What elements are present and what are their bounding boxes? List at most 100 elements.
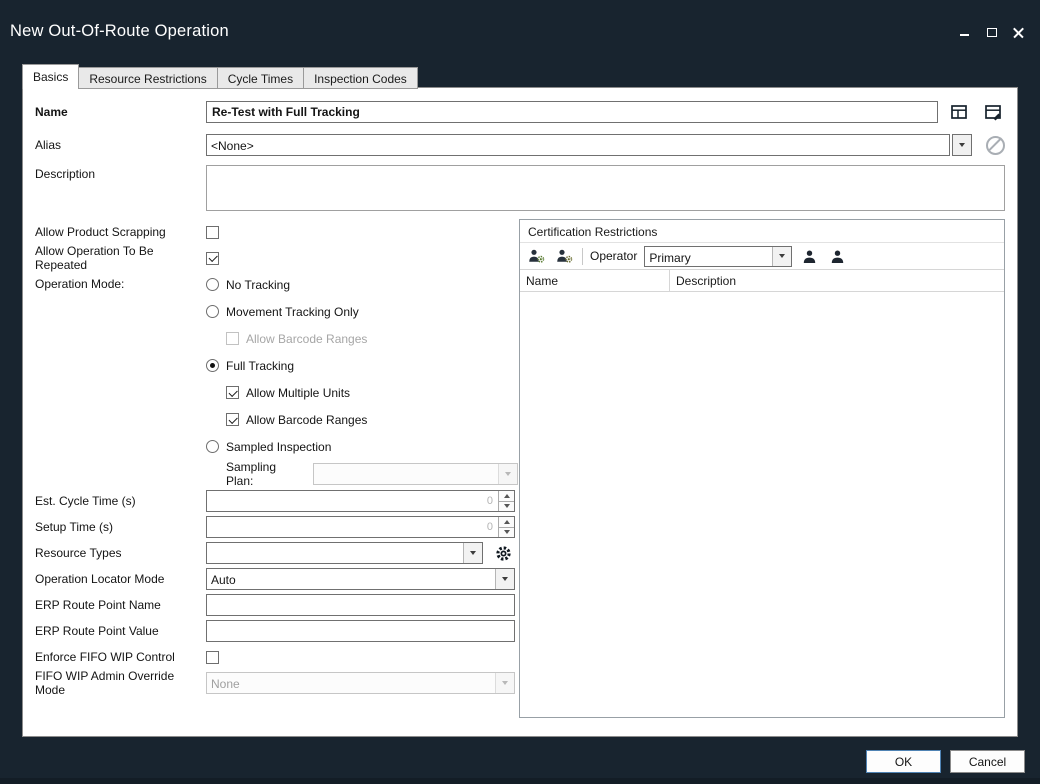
- est-cycle-time-spinner[interactable]: 0: [206, 490, 515, 512]
- resource-types-settings-button[interactable]: [493, 543, 513, 563]
- erp-route-point-name-label: ERP Route Point Name: [35, 598, 206, 612]
- setup-time-spinner[interactable]: 0: [206, 516, 515, 538]
- sampling-plan-combobox: [313, 463, 518, 485]
- alias-dropdown-button[interactable]: [952, 134, 972, 156]
- left-form-column: Allow Product Scrapping Allow Operation …: [35, 219, 515, 718]
- full-tracking-label: Full Tracking: [226, 359, 294, 373]
- no-tracking-option: No Tracking: [206, 271, 518, 298]
- sampled-inspection-label: Sampled Inspection: [226, 440, 331, 454]
- setup-time-row: Setup Time (s) 0: [35, 514, 515, 540]
- certification-grid-body[interactable]: [520, 292, 1004, 717]
- window-title: New Out-Of-Route Operation: [10, 22, 229, 41]
- maximize-icon: [987, 28, 997, 37]
- allow-operation-repeated-checkbox[interactable]: [206, 252, 219, 265]
- setup-time-spin-up[interactable]: [499, 517, 514, 528]
- sampling-plan-dropdown-button: [498, 464, 517, 484]
- cancel-button[interactable]: Cancel: [950, 750, 1025, 773]
- tab-basics[interactable]: Basics: [22, 64, 79, 89]
- movement-allow-barcode-label: Allow Barcode Ranges: [246, 332, 367, 346]
- allow-operation-repeated-row: Allow Operation To Be Repeated: [35, 245, 515, 271]
- no-tracking-radio[interactable]: [206, 278, 219, 291]
- certification-restrictions-group: Certification Restrictions: [519, 219, 1005, 718]
- tab-cycle-times[interactable]: Cycle Times: [218, 67, 304, 89]
- alias-combobox[interactable]: <None>: [206, 134, 950, 156]
- fifo-admin-override-combobox: None: [206, 672, 515, 694]
- movement-tracking-label: Movement Tracking Only: [226, 305, 359, 319]
- window-controls: [957, 25, 1026, 39]
- operation-mode-label: Operation Mode:: [35, 277, 206, 291]
- resource-types-label: Resource Types: [35, 546, 206, 560]
- erp-route-point-name-input[interactable]: [206, 594, 515, 616]
- gear-icon: [495, 545, 512, 562]
- operation-locator-mode-dropdown-button[interactable]: [495, 569, 514, 589]
- erp-route-point-name-row: ERP Route Point Name: [35, 592, 515, 618]
- setup-time-spin-down[interactable]: [499, 528, 514, 538]
- fifo-admin-override-row: FIFO WIP Admin Override Mode None: [35, 670, 515, 696]
- resource-types-combobox[interactable]: [206, 542, 483, 564]
- resource-types-value: [207, 543, 463, 563]
- localization-grid-button[interactable]: [949, 102, 969, 122]
- alias-label: Alias: [35, 138, 206, 152]
- chevron-up-icon: [504, 520, 510, 524]
- minimize-button[interactable]: [957, 25, 972, 39]
- chevron-down-icon: [502, 681, 508, 685]
- localization-edit-icon: [984, 103, 1002, 121]
- sampled-inspection-radio[interactable]: [206, 440, 219, 453]
- resource-types-dropdown-button[interactable]: [463, 543, 482, 563]
- blocked-icon: [986, 136, 1005, 155]
- add-certification-button[interactable]: [526, 246, 547, 267]
- movement-tracking-radio[interactable]: [206, 305, 219, 318]
- full-tracking-option: Full Tracking: [206, 352, 518, 379]
- dialog-footer: OK Cancel: [866, 750, 1025, 773]
- column-header-name[interactable]: Name: [520, 270, 670, 291]
- sampling-plan-row: Sampling Plan:: [226, 460, 518, 488]
- sampled-inspection-option: Sampled Inspection: [206, 433, 518, 460]
- remove-operator-icon: [830, 249, 845, 264]
- chevron-down-icon: [959, 143, 965, 147]
- allow-multiple-units-checkbox[interactable]: [226, 386, 239, 399]
- allow-product-scrapping-checkbox[interactable]: [206, 226, 219, 239]
- remove-certification-button[interactable]: [554, 246, 575, 267]
- certification-restrictions-title: Certification Restrictions: [520, 220, 1004, 242]
- setup-time-label: Setup Time (s): [35, 520, 206, 534]
- localization-edit-button[interactable]: [983, 102, 1003, 122]
- tab-inspection-codes[interactable]: Inspection Codes: [304, 67, 418, 89]
- operator-dropdown-button[interactable]: [772, 247, 791, 266]
- operator-combobox[interactable]: Primary: [644, 246, 792, 267]
- est-cycle-time-spin-down[interactable]: [499, 502, 514, 512]
- minimize-icon: [960, 34, 969, 36]
- enforce-fifo-wip-label: Enforce FIFO WIP Control: [35, 650, 206, 664]
- enforce-fifo-wip-row: Enforce FIFO WIP Control: [35, 644, 515, 670]
- add-operator-button[interactable]: [799, 246, 820, 267]
- name-input[interactable]: [206, 101, 938, 123]
- operation-locator-mode-combobox[interactable]: Auto: [206, 568, 515, 590]
- chevron-down-icon: [504, 530, 510, 534]
- allow-barcode-ranges-checkbox[interactable]: [226, 413, 239, 426]
- maximize-button[interactable]: [984, 25, 999, 39]
- enforce-fifo-wip-checkbox[interactable]: [206, 651, 219, 664]
- ok-button[interactable]: OK: [866, 750, 941, 773]
- full-tracking-radio[interactable]: [206, 359, 219, 372]
- chevron-down-icon: [502, 577, 508, 581]
- operation-locator-mode-row: Operation Locator Mode Auto: [35, 566, 515, 592]
- operation-mode-row: Operation Mode: No Tracking Movement Tra…: [35, 271, 515, 488]
- name-row-actions: [949, 102, 1003, 122]
- est-cycle-time-spin-up[interactable]: [499, 491, 514, 502]
- operation-locator-mode-label: Operation Locator Mode: [35, 572, 206, 586]
- chevron-down-icon: [779, 254, 785, 258]
- column-header-description[interactable]: Description: [670, 270, 1004, 291]
- allow-barcode-ranges-label: Allow Barcode Ranges: [246, 413, 367, 427]
- close-button[interactable]: [1011, 25, 1026, 39]
- sampling-plan-label: Sampling Plan:: [226, 460, 306, 488]
- description-textarea[interactable]: [206, 165, 1005, 211]
- description-row: Description: [35, 165, 1005, 211]
- tab-strip: Basics Resource Restrictions Cycle Times…: [22, 64, 418, 89]
- allow-barcode-ranges-option: Allow Barcode Ranges: [226, 406, 518, 433]
- sampling-plan-value: [314, 464, 498, 484]
- fifo-admin-override-dropdown-button: [495, 673, 514, 693]
- tab-resource-restrictions[interactable]: Resource Restrictions: [79, 67, 217, 89]
- allow-product-scrapping-label: Allow Product Scrapping: [35, 225, 206, 239]
- description-label: Description: [35, 167, 206, 181]
- erp-route-point-value-input[interactable]: [206, 620, 515, 642]
- remove-operator-button[interactable]: [827, 246, 848, 267]
